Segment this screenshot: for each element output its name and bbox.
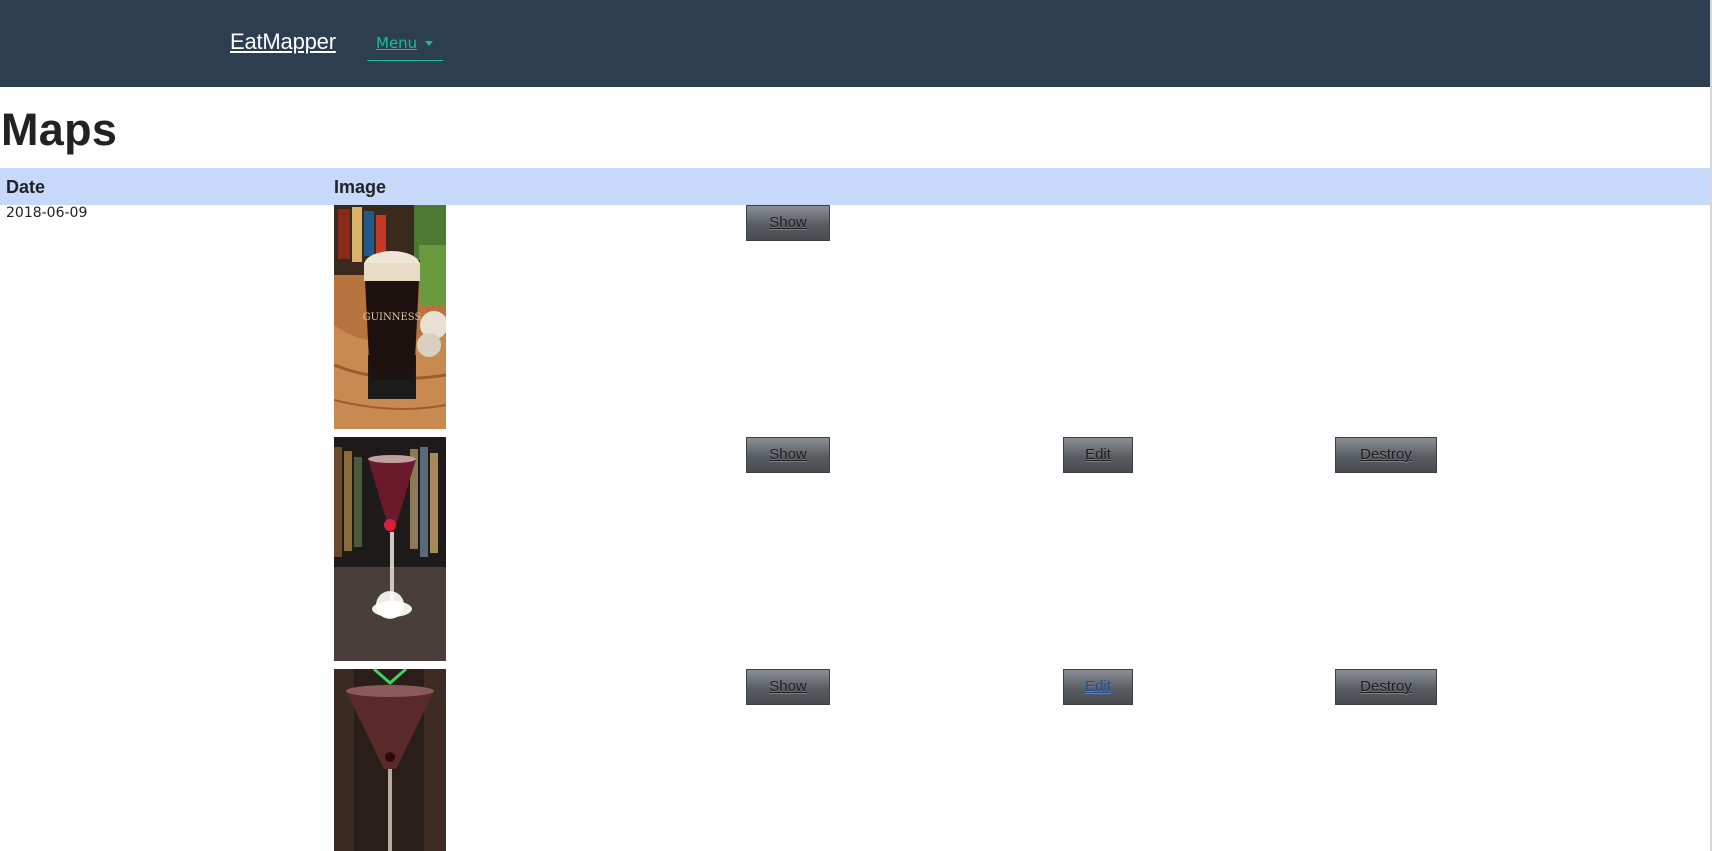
edit-button[interactable]: Edit (1063, 437, 1133, 473)
page-title: Maps (1, 104, 118, 155)
row-image: GUINNESS (334, 205, 446, 429)
table-header: Date Image (0, 168, 1710, 205)
row-image (334, 437, 446, 661)
svg-text:GUINNESS: GUINNESS (363, 312, 422, 323)
menu-label: Menu (376, 34, 418, 52)
show-button[interactable]: Show (746, 669, 830, 705)
caret-down-icon (425, 41, 433, 46)
navbar: EatMapper Menu (0, 0, 1710, 87)
menu-dropdown-toggle[interactable]: Menu (367, 30, 443, 61)
row-image (334, 669, 446, 851)
column-header-image: Image (334, 177, 387, 197)
show-button[interactable]: Show (746, 205, 830, 241)
destroy-button[interactable]: Destroy (1335, 437, 1437, 473)
edit-button[interactable]: Edit (1063, 669, 1133, 705)
page: EatMapper Menu Maps Date Image 2018-06-0… (0, 0, 1712, 851)
row-date: 2018-06-09 (6, 205, 88, 221)
column-header-date: Date (6, 177, 46, 197)
destroy-button[interactable]: Destroy (1335, 669, 1437, 705)
show-button[interactable]: Show (746, 437, 830, 473)
brand-link[interactable]: EatMapper (230, 29, 336, 55)
